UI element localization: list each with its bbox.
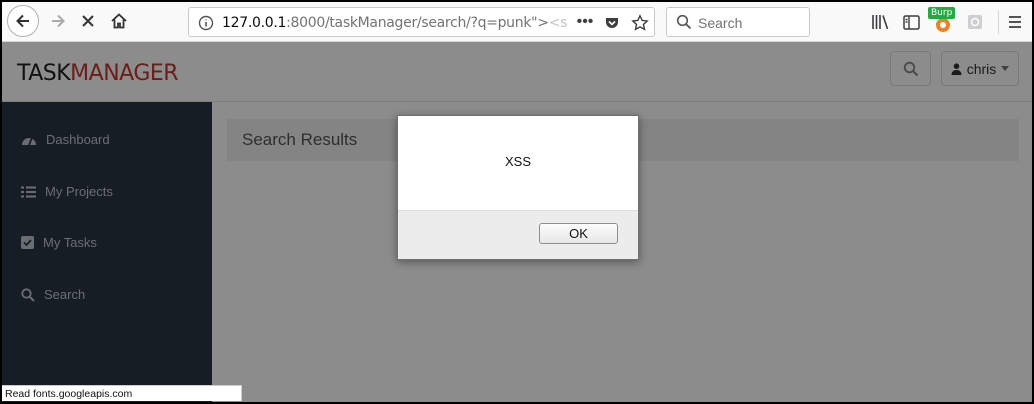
- url-bar[interactable]: 127.0.0.1:8000/taskManager/search/?q=pun…: [188, 7, 655, 37]
- browser-window: 127.0.0.1:8000/taskManager/search/?q=pun…: [2, 2, 1032, 402]
- forward-button[interactable]: [43, 6, 73, 36]
- extension-icon[interactable]: [965, 12, 985, 32]
- menu-icon[interactable]: [1005, 12, 1025, 32]
- page-actions-icon[interactable]: •••: [575, 13, 595, 30]
- ok-button[interactable]: OK: [539, 223, 618, 244]
- search-icon: [676, 14, 692, 30]
- alert-message: XSS: [504, 154, 531, 169]
- back-button[interactable]: [7, 5, 39, 37]
- alert-footer: OK: [398, 210, 638, 259]
- toolbar-divider: [998, 10, 999, 34]
- home-button[interactable]: [104, 6, 134, 36]
- library-icon[interactable]: [870, 12, 890, 32]
- sidebar-icon[interactable]: [901, 12, 921, 32]
- alert-dialog: XSS OK: [397, 115, 639, 260]
- burp-badge: Burp: [928, 7, 956, 19]
- info-icon: [198, 15, 214, 31]
- home-icon: [111, 13, 127, 29]
- browser-toolbar: 127.0.0.1:8000/taskManager/search/?q=pun…: [2, 2, 1032, 42]
- forward-arrow-icon: [52, 14, 65, 28]
- star-icon[interactable]: [630, 13, 650, 33]
- close-icon: [82, 15, 94, 27]
- back-arrow-icon: [16, 14, 29, 28]
- url-text: 127.0.0.1:8000/taskManager/search/?q=pun…: [222, 15, 568, 31]
- search-placeholder: Search: [698, 15, 743, 31]
- status-bar: Read fonts.googleapis.com: [2, 385, 242, 401]
- pocket-icon[interactable]: [603, 14, 621, 32]
- stop-button[interactable]: [73, 6, 103, 36]
- browser-search-input[interactable]: Search: [666, 7, 810, 37]
